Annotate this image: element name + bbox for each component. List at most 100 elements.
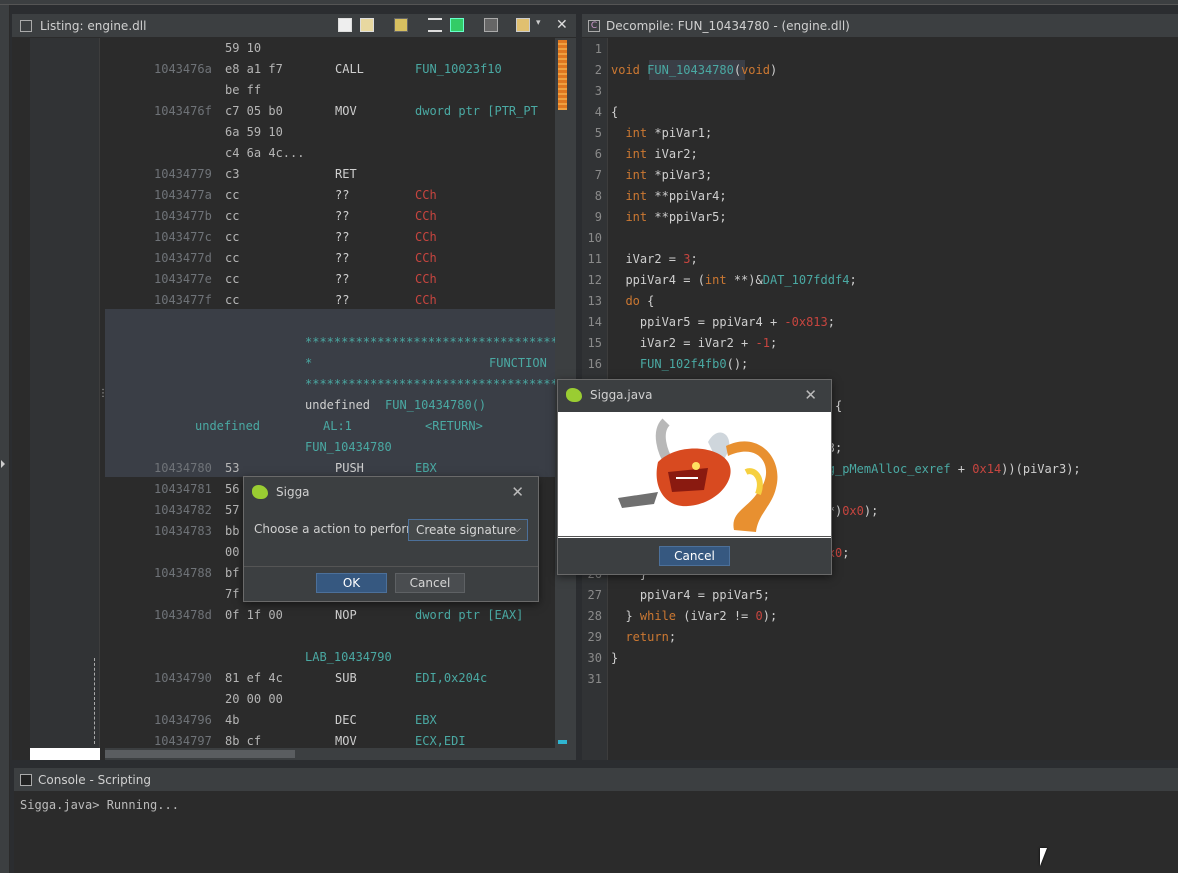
- row-bytes: 56: [225, 482, 240, 496]
- close-icon[interactable]: ✕: [804, 386, 817, 404]
- diff-icon[interactable]: [450, 18, 464, 32]
- listing-row[interactable]: 1043477c cc?? CCh: [105, 227, 555, 248]
- row-bytes: e8 a1 f7: [225, 62, 283, 76]
- function-stars-top: *************************************: [305, 335, 555, 349]
- listing-row[interactable]: 20 00 00: [105, 689, 555, 710]
- listing-row[interactable]: 1043478d 0f 1f 00 NOP dword ptr [EAX]: [105, 605, 555, 626]
- cancel-button[interactable]: Cancel: [659, 546, 730, 566]
- line-number: 1: [594, 42, 602, 56]
- row-bytes: 4b: [225, 713, 240, 727]
- paste-icon[interactable]: [360, 18, 374, 32]
- listing-row[interactable]: 10434797 8b cf MOV ECX,EDI: [105, 731, 555, 748]
- listing-code[interactable]: 59 10 1043476a e8 a1 f7 CALL FUN_10023f10 be …: [105, 38, 555, 748]
- action-select[interactable]: Create signature ⌵: [408, 519, 528, 541]
- close-icon[interactable]: ✕: [556, 18, 570, 32]
- listing-row[interactable]: 1043477a cc?? CCh: [105, 185, 555, 206]
- code-text: ppiVar4 = ppiVar5;: [611, 588, 770, 602]
- row-address: 10434783: [154, 524, 212, 538]
- dropdown-arrow-icon[interactable]: ▾: [536, 18, 550, 32]
- listing-horizontal-scrollbar[interactable]: [105, 748, 555, 760]
- line-number: 6: [594, 147, 602, 161]
- listing-row[interactable]: 10434796 4b DEC EBX: [105, 710, 555, 731]
- action-select-value: Create signature: [416, 523, 517, 537]
- console-header: Console - Scripting: [14, 768, 1178, 792]
- line-number: 10: [587, 231, 602, 245]
- row-mnemonic: NOP: [335, 608, 357, 622]
- listing-row[interactable]: 1043477b cc?? CCh: [105, 206, 555, 227]
- listing-row[interactable]: 1043477d cc?? CCh: [105, 248, 555, 269]
- signature-name: FUN_10434780(): [385, 398, 487, 412]
- row-address: 1043476f: [154, 104, 212, 118]
- listing-row[interactable]: 1043477e cc?? CCh: [105, 269, 555, 290]
- line-number: 14: [587, 315, 602, 329]
- code-text: int iVar2;: [625, 147, 698, 161]
- copy-icon[interactable]: [338, 18, 352, 32]
- row-operand: CCh: [415, 230, 437, 244]
- console-panel: Console - Scripting Sigga.java> Running.…: [14, 768, 1178, 873]
- listing-row[interactable]: 1043476f c7 05 b0 MOV dword ptr [PTR_PT: [105, 101, 555, 122]
- row-address: 10434797: [154, 734, 212, 748]
- listing-row[interactable]: be ff: [105, 80, 555, 101]
- row-bytes: 8b cf: [225, 734, 262, 748]
- code-text: }: [611, 651, 619, 665]
- listing-row[interactable]: 1043476a e8 a1 f7 CALL FUN_10023f10: [105, 59, 555, 80]
- dock-arrow-icon[interactable]: [1, 460, 9, 468]
- console-output: Sigga.java> Running...: [20, 798, 179, 812]
- listing-row[interactable]: 10434779 c3 RET: [105, 164, 555, 185]
- function-header-row: *************************************: [105, 374, 555, 395]
- edit-fields-icon[interactable]: [516, 18, 530, 32]
- listing-icon: [20, 19, 32, 32]
- function-header-row: undefined FUN_10434780(): [105, 395, 555, 416]
- row-bytes: c3: [225, 167, 240, 181]
- snapshot-icon[interactable]: [484, 18, 498, 32]
- line-number: 28: [587, 609, 602, 623]
- row-address: 1043477f: [154, 293, 212, 307]
- sigga-java-footer: Cancel: [558, 536, 831, 574]
- row-bytes: 81 ef 4c: [225, 671, 283, 685]
- row-operand: FUN_10023f10: [415, 62, 502, 76]
- line-number: 3: [594, 84, 602, 98]
- row-mnemonic: ??: [335, 272, 350, 286]
- row-operand: CCh: [415, 188, 437, 202]
- code-text: ppiVar4 = (int **)&DAT_107fddf4;: [611, 273, 857, 287]
- decompile-title: Decompile: FUN_10434780 - (engine.dll): [606, 18, 850, 33]
- row-address: 10434780: [154, 461, 212, 475]
- signature-type: undefined: [305, 398, 371, 412]
- cancel-button[interactable]: Cancel: [395, 573, 465, 593]
- function-label-name: FUN_10434780: [305, 440, 392, 454]
- row-bytes: cc: [225, 209, 240, 223]
- ok-button[interactable]: OK: [316, 573, 387, 593]
- row-bytes: cc: [225, 230, 240, 244]
- lab-label: LAB_10434790: [305, 650, 392, 664]
- listing-panel: Listing: engine.dll ▾ ✕ ⋮ 59 10 1043476a e…: [12, 14, 576, 760]
- hscroll-thumb[interactable]: [105, 750, 295, 758]
- line-number: 31: [587, 672, 602, 686]
- function-header-row: undefined AL:1 <RETURN>: [105, 416, 555, 437]
- line-number: 5: [594, 126, 602, 140]
- param-type: undefined: [195, 419, 261, 433]
- listing-row[interactable]: 59 10: [105, 38, 555, 59]
- row-operand: dword ptr [PTR_PT: [415, 104, 538, 118]
- row-operand: ECX,EDI: [415, 734, 466, 748]
- listing-row[interactable]: 10434790 81 ef 4c SUB EDI,0x204c: [105, 668, 555, 689]
- line-number: 30: [587, 651, 602, 665]
- listing-row[interactable]: 6a 59 10: [105, 122, 555, 143]
- row-bytes: 59 10: [225, 41, 262, 55]
- code-text: int *piVar1;: [625, 126, 713, 140]
- layout-icon[interactable]: [428, 18, 442, 32]
- cursor-icon[interactable]: [394, 18, 408, 32]
- listing-row[interactable]: 1043477f cc?? CCh: [105, 290, 555, 311]
- row-bytes: c4 6a 4c...: [225, 146, 305, 160]
- left-dock-strip: [0, 5, 10, 873]
- listing-row[interactable]: c4 6a 4c...: [105, 143, 555, 164]
- row-address: 1043477a: [154, 188, 212, 202]
- decompile-icon: C: [588, 19, 600, 32]
- code-text: } while (iVar2 != 0);: [611, 609, 778, 623]
- close-icon[interactable]: ✕: [511, 483, 524, 501]
- param-register: AL:1: [323, 419, 352, 433]
- row-operand: EDI,0x204c: [415, 671, 488, 685]
- function-header-row: *************************************: [105, 332, 555, 353]
- row-bytes: cc: [225, 251, 240, 265]
- line-number: 13: [587, 294, 602, 308]
- overview-bar: [30, 748, 100, 760]
